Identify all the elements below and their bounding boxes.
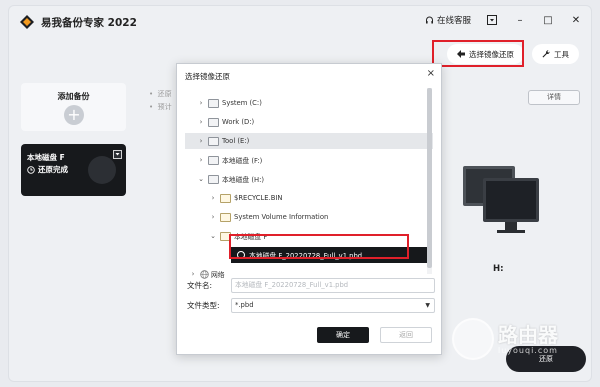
info-line: • 预计 xyxy=(149,103,172,111)
tree-row-partial xyxy=(205,88,285,92)
dropdown-arrow-icon: ▼ xyxy=(425,302,430,309)
tree-row-label: System (C:) xyxy=(222,99,262,107)
filetype-value: *.pbd xyxy=(235,301,254,309)
collapse-arrow-icon[interactable]: ⌄ xyxy=(209,232,217,240)
tree-row-drive[interactable]: ⌄ 本地磁盘 (H:) xyxy=(185,171,433,187)
titlebar: 易我备份专家 2022 在线客服 – □ ✕ xyxy=(9,6,591,38)
computer-icon xyxy=(463,166,539,233)
watermark: 路由器 luyouqi.com xyxy=(452,318,558,360)
watermark-subtext: luyouqi.com xyxy=(498,345,558,355)
confirm-button[interactable]: 确定 xyxy=(317,327,369,343)
tree-row-label: System Volume Information xyxy=(234,213,329,221)
watermark-text: 路由器 xyxy=(498,322,558,347)
add-backup-card[interactable]: 添加备份 + xyxy=(21,83,126,131)
watermark-logo-icon xyxy=(452,318,494,360)
info-line: • 还原 xyxy=(149,90,172,98)
tree-row-drive[interactable]: › Tool (E:) xyxy=(185,133,433,149)
drive-icon xyxy=(208,98,219,108)
expand-arrow-icon[interactable]: › xyxy=(209,194,217,202)
drive-icon xyxy=(208,155,219,165)
watermark-text-group: 路由器 luyouqi.com xyxy=(498,324,558,355)
filetype-label: 文件类型: xyxy=(187,301,220,310)
wrench-icon xyxy=(542,50,550,58)
tree-row-drive[interactable]: › 本地磁盘 (F:) xyxy=(185,152,433,168)
app-title: 易我备份专家 2022 xyxy=(41,17,137,29)
dialog-title: 选择镜像还原 xyxy=(185,72,230,81)
menu-button[interactable] xyxy=(485,13,499,27)
restore-highlight-box xyxy=(432,40,524,67)
add-backup-label: 添加备份 xyxy=(57,92,90,101)
tree-row-label: $RECYCLE.BIN xyxy=(234,194,283,202)
support-label: 在线客服 xyxy=(436,16,471,26)
target-drive-label: H: xyxy=(493,264,504,274)
headset-icon xyxy=(425,16,433,23)
menu-icon xyxy=(487,15,497,25)
titlebar-controls: 在线客服 – □ ✕ xyxy=(425,13,583,27)
expand-arrow-icon[interactable]: › xyxy=(197,118,205,126)
tools-button[interactable]: 工具 xyxy=(532,44,579,64)
tree-row-label: 本地磁盘 (F:) xyxy=(222,157,263,165)
folder-icon xyxy=(220,193,231,203)
back-button[interactable]: 返回 xyxy=(380,327,432,343)
backup-task-card[interactable]: 本地磁盘 F 还原完成 xyxy=(21,144,126,196)
disc-icon xyxy=(88,156,116,184)
expand-arrow-icon[interactable]: › xyxy=(189,270,197,278)
backup-task-status: 还原完成 xyxy=(27,164,68,175)
maximize-button[interactable]: □ xyxy=(541,13,555,27)
tree-row-label: 网络 xyxy=(211,271,225,279)
clock-icon xyxy=(27,165,35,174)
tree-row-label: Work (D:) xyxy=(222,118,255,126)
filename-input[interactable]: 本地磁盘 F_20220728_Full_v1.pbd xyxy=(231,278,435,293)
filetype-select[interactable]: *.pbd ▼ xyxy=(231,298,435,313)
file-highlight-box xyxy=(229,234,409,259)
tree-scrollbar[interactable] xyxy=(427,88,432,274)
collapse-arrow-icon[interactable]: ⌄ xyxy=(197,175,205,183)
support-button[interactable]: 在线客服 xyxy=(425,14,471,26)
tree-row-drive[interactable]: › System (C:) xyxy=(185,95,433,111)
network-icon xyxy=(200,269,209,279)
filename-label: 文件名: xyxy=(187,281,213,290)
task-info: • 还原 • 预计 xyxy=(149,88,172,114)
expand-arrow-icon[interactable]: › xyxy=(197,99,205,107)
tree-row-folder[interactable]: › $RECYCLE.BIN xyxy=(185,190,433,206)
detail-button[interactable]: 详情 xyxy=(528,90,580,105)
drive-icon xyxy=(208,174,219,184)
status-label: 还原完成 xyxy=(38,165,68,174)
backup-task-name: 本地磁盘 F xyxy=(27,153,65,162)
tree-row-label: Tool (E:) xyxy=(222,137,250,145)
folder-icon xyxy=(220,212,231,222)
select-image-dialog: 选择镜像还原 × › System (C:) › Work (D:) › Too… xyxy=(176,63,442,355)
scrollbar-thumb[interactable] xyxy=(427,88,432,268)
drive-icon xyxy=(208,136,219,146)
tools-label: 工具 xyxy=(554,49,569,59)
dialog-close-button[interactable]: × xyxy=(427,68,435,79)
tree-row-folder[interactable]: › System Volume Information xyxy=(185,209,433,225)
app-logo-icon xyxy=(20,15,34,29)
minimize-button[interactable]: – xyxy=(513,13,527,27)
drive-icon xyxy=(208,117,219,127)
tree-row-label: 本地磁盘 (H:) xyxy=(222,176,265,184)
expand-arrow-icon[interactable]: › xyxy=(209,213,217,221)
expand-arrow-icon[interactable]: › xyxy=(197,137,205,145)
close-button[interactable]: ✕ xyxy=(569,13,583,27)
expand-arrow-icon[interactable]: › xyxy=(197,156,205,164)
card-flag-icon[interactable] xyxy=(113,150,122,159)
tree-row-drive[interactable]: › Work (D:) xyxy=(185,114,433,130)
plus-icon: + xyxy=(64,105,84,125)
